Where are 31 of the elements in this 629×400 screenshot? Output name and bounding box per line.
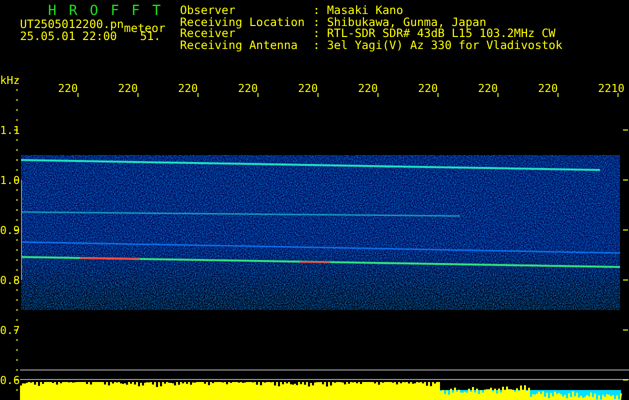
count-value: 51. — [140, 31, 161, 42]
program-title: H R O F F T — [47, 4, 164, 18]
axis-label: 0.9 — [0, 224, 20, 237]
timestamp: 25.05.01 22:00 — [20, 31, 117, 42]
frequency-label: 220 — [58, 82, 78, 95]
separator: : — [313, 40, 321, 51]
unit-label: kHz — [0, 74, 20, 87]
frequency-label: 220 — [118, 82, 138, 95]
info-value: Masaki Kano — [327, 5, 404, 16]
info-label: Receiving Antenna — [180, 40, 299, 51]
info-label: Receiver — [180, 28, 236, 40]
frequency-label: 220 — [178, 82, 198, 95]
info-label: Receiving Location — [180, 16, 306, 28]
info-value: 3el Yagi(V) Az 330 for Vladivostok — [327, 40, 562, 51]
frequency-label: 220 — [238, 82, 258, 95]
file-name: UT2505012200.pn — [20, 19, 124, 30]
separator: : — [313, 28, 321, 40]
axis-label: 0.7 — [0, 324, 20, 337]
frequency-label: 220 — [298, 82, 318, 95]
info-value: RTL-SDR SDR# 43dB L15 103.2MHz CW — [327, 28, 556, 40]
axis-label: 1.1 — [0, 124, 20, 137]
frequency-label: 220 — [478, 82, 498, 95]
frequency-label: 220 — [538, 82, 558, 95]
separator: : — [313, 5, 321, 16]
frequency-label: 220 — [358, 82, 378, 95]
info-label: Observer — [180, 5, 236, 16]
frequency-label: 220 — [418, 82, 438, 95]
axis-label: 0.6 — [0, 374, 20, 387]
info-value: Shibukawa, Gunma, Japan — [327, 16, 488, 28]
separator: : — [313, 16, 321, 28]
frequency-label: 2210 — [598, 82, 624, 95]
